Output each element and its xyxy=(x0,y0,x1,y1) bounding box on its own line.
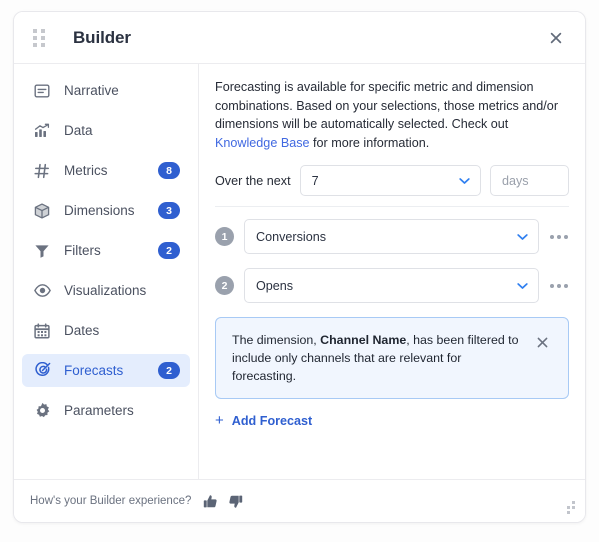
sidebar-item-data[interactable]: Data xyxy=(22,114,190,147)
sidebar-item-label: Metrics xyxy=(64,163,108,178)
forecast-index-badge: 1 xyxy=(215,227,234,246)
builder-window: Builder Narrative Data Metrics 8 Dimensi… xyxy=(13,11,586,523)
add-forecast-button[interactable]: + Add Forecast xyxy=(215,411,312,430)
cube-icon xyxy=(33,202,51,220)
sidebar-item-label: Dimensions xyxy=(64,203,135,218)
window-footer: How's your Builder experience? xyxy=(14,479,585,522)
sidebar-item-label: Forecasts xyxy=(64,363,124,378)
duration-unit-placeholder: days xyxy=(502,173,529,188)
duration-value-select[interactable]: 7 xyxy=(299,165,481,196)
knowledge-base-link[interactable]: Knowledge Base xyxy=(215,136,310,150)
main-content: Forecasting is available for specific me… xyxy=(199,64,585,479)
grip-dots-icon[interactable] xyxy=(33,28,45,47)
page-title: Builder xyxy=(73,27,131,47)
sidebar: Narrative Data Metrics 8 Dimensions 3 Fi… xyxy=(14,64,199,479)
forecast-index-badge: 2 xyxy=(215,276,234,295)
calendar-icon xyxy=(33,322,51,340)
hash-icon xyxy=(33,162,51,180)
forecast-metric-value: Conversions xyxy=(256,229,326,244)
sidebar-item-label: Filters xyxy=(64,243,101,258)
sidebar-item-dimensions[interactable]: Dimensions 3 xyxy=(22,194,190,227)
narrative-icon xyxy=(33,82,51,100)
filter-notice-text: The dimension, Channel Name, has been fi… xyxy=(232,331,526,385)
sidebar-item-metrics[interactable]: Metrics 8 xyxy=(22,154,190,187)
intro-text-part2: for more information. xyxy=(309,135,430,150)
chevron-down-icon xyxy=(517,282,528,290)
filter-notice-banner: The dimension, Channel Name, has been fi… xyxy=(215,317,569,399)
plus-icon: + xyxy=(215,412,224,429)
chevron-down-icon xyxy=(459,177,470,185)
screen: Builder Narrative Data Metrics 8 Dimensi… xyxy=(0,0,599,542)
close-icon xyxy=(550,32,562,43)
gear-icon xyxy=(33,402,51,420)
sidebar-item-narrative[interactable]: Narrative xyxy=(22,74,190,107)
dismiss-notice-button[interactable] xyxy=(536,331,554,349)
filter-icon xyxy=(33,242,51,260)
sidebar-item-dates[interactable]: Dates xyxy=(22,314,190,347)
status-badge: 2 xyxy=(158,362,180,379)
thumbs-down-icon xyxy=(229,495,243,508)
duration-unit-field: days xyxy=(490,165,569,196)
intro-text: Forecasting is available for specific me… xyxy=(215,78,569,152)
sidebar-item-label: Data xyxy=(64,123,93,138)
eye-icon xyxy=(33,282,51,300)
resize-grip-icon[interactable] xyxy=(562,501,575,514)
duration-label: Over the next xyxy=(215,173,291,188)
thumbs-down-button[interactable] xyxy=(228,494,243,509)
sidebar-item-label: Dates xyxy=(64,323,100,338)
kebab-menu-icon[interactable] xyxy=(549,231,569,243)
forecast-row: 2 Opens xyxy=(215,268,569,303)
close-window-button[interactable] xyxy=(543,25,569,51)
add-forecast-label: Add Forecast xyxy=(231,413,313,428)
notice-text-before: The dimension, xyxy=(232,333,321,347)
feedback-question: How's your Builder experience? xyxy=(30,495,192,507)
sidebar-item-forecasts[interactable]: Forecasts 2 xyxy=(22,354,190,387)
sidebar-item-parameters[interactable]: Parameters xyxy=(22,394,190,427)
forecast-metric-select[interactable]: Opens xyxy=(244,268,539,303)
forecast-row: 1 Conversions xyxy=(215,219,569,254)
sidebar-item-visualizations[interactable]: Visualizations xyxy=(22,274,190,307)
sidebar-item-filters[interactable]: Filters 2 xyxy=(22,234,190,267)
thumbs-up-button[interactable] xyxy=(203,494,218,509)
thumbs-up-icon xyxy=(204,494,217,507)
sidebar-item-label: Visualizations xyxy=(64,283,147,298)
intro-text-part1: Forecasting is available for specific me… xyxy=(215,80,559,131)
notice-dimension-name: Channel Name xyxy=(320,333,407,347)
duration-value: 7 xyxy=(311,173,319,188)
status-badge: 8 xyxy=(158,162,180,179)
sidebar-item-label: Parameters xyxy=(64,403,134,418)
sidebar-item-label: Narrative xyxy=(64,83,119,98)
forecast-metric-value: Opens xyxy=(256,278,294,293)
duration-row: Over the next 7 days xyxy=(215,165,569,196)
target-icon xyxy=(33,362,51,380)
kebab-menu-icon[interactable] xyxy=(549,280,569,292)
chevron-down-icon xyxy=(517,233,528,241)
window-body: Narrative Data Metrics 8 Dimensions 3 Fi… xyxy=(14,63,585,479)
status-badge: 3 xyxy=(158,202,180,219)
forecast-metric-select[interactable]: Conversions xyxy=(244,219,539,254)
section-divider xyxy=(215,206,569,207)
close-icon xyxy=(537,337,548,348)
window-titlebar: Builder xyxy=(14,12,585,63)
feedback-controls xyxy=(203,494,243,509)
data-chart-icon xyxy=(33,122,51,140)
status-badge: 2 xyxy=(158,242,180,259)
